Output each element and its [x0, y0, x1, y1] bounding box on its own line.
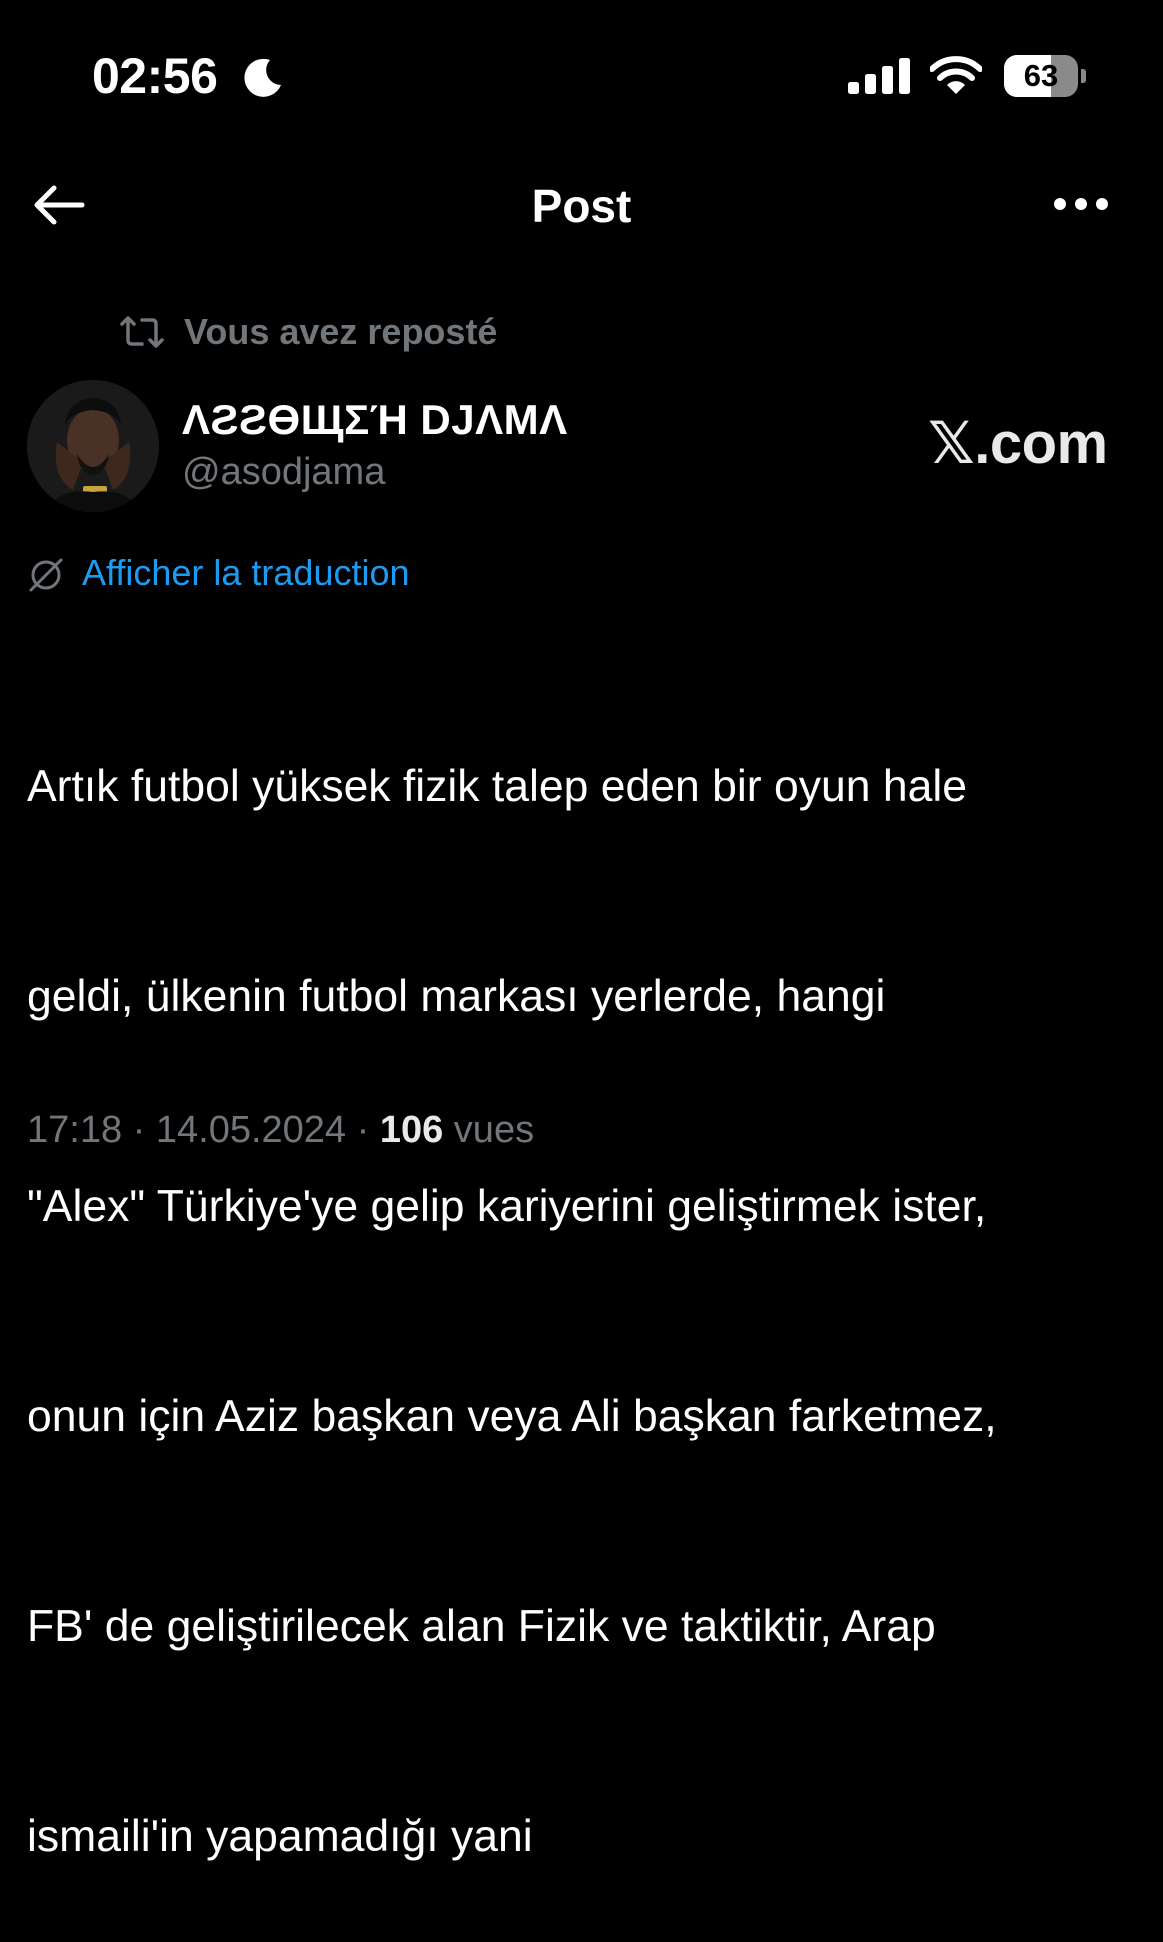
tweet-time[interactable]: 17:18: [27, 1109, 122, 1151]
author-handle[interactable]: @asodjama: [182, 449, 385, 495]
page-title: Post: [531, 180, 632, 232]
battery-icon: 63: [1004, 55, 1086, 97]
repost-label: Vous avez reposté: [184, 311, 498, 352]
status-time: 02:56: [92, 48, 218, 104]
translate-link[interactable]: Afficher la traduction: [82, 551, 410, 595]
watermark: 𝕏.com: [928, 411, 1108, 476]
tweet-meta: 17:18 · 14.05.2024 · 106 vues: [27, 1106, 534, 1154]
tweet-line: "Alex" Türkiye'ye gelip kariyerini geliş…: [27, 1182, 987, 1231]
views-count[interactable]: 106: [380, 1109, 443, 1151]
tweet-line: onun için Aziz başkan veya Ali başkan fa…: [27, 1392, 997, 1441]
signal-icon: [848, 58, 910, 94]
avatar[interactable]: [27, 380, 159, 512]
ellipsis-icon[interactable]: [1052, 196, 1110, 212]
author-display-name[interactable]: ΛƧƧӨЩΣΉ DJΛMΛ: [182, 395, 568, 445]
tweet-text: Artık futbol yüksek fizik talep eden bir…: [27, 612, 1147, 1942]
repost-icon: [120, 316, 164, 348]
meta-separator: ·: [122, 1109, 156, 1151]
globe-icon: [29, 558, 63, 592]
views-label: vues: [443, 1109, 535, 1151]
tweet-line: Artık futbol yüksek fizik talep eden bir…: [27, 762, 967, 811]
battery-level: 63: [1023, 58, 1059, 93]
tweet-line: FB' de geliştirilecek alan Fizik ve takt…: [27, 1602, 936, 1651]
meta-separator: ·: [346, 1109, 380, 1151]
tweet-date[interactable]: 14.05.2024: [156, 1109, 346, 1151]
tweet-line: geldi, ülkenin futbol markası yerlerde, …: [27, 972, 886, 1021]
tweet-line: ismaili'in yapamadığı yani: [27, 1812, 533, 1861]
wifi-icon: [930, 56, 982, 94]
moon-icon: [244, 58, 281, 97]
